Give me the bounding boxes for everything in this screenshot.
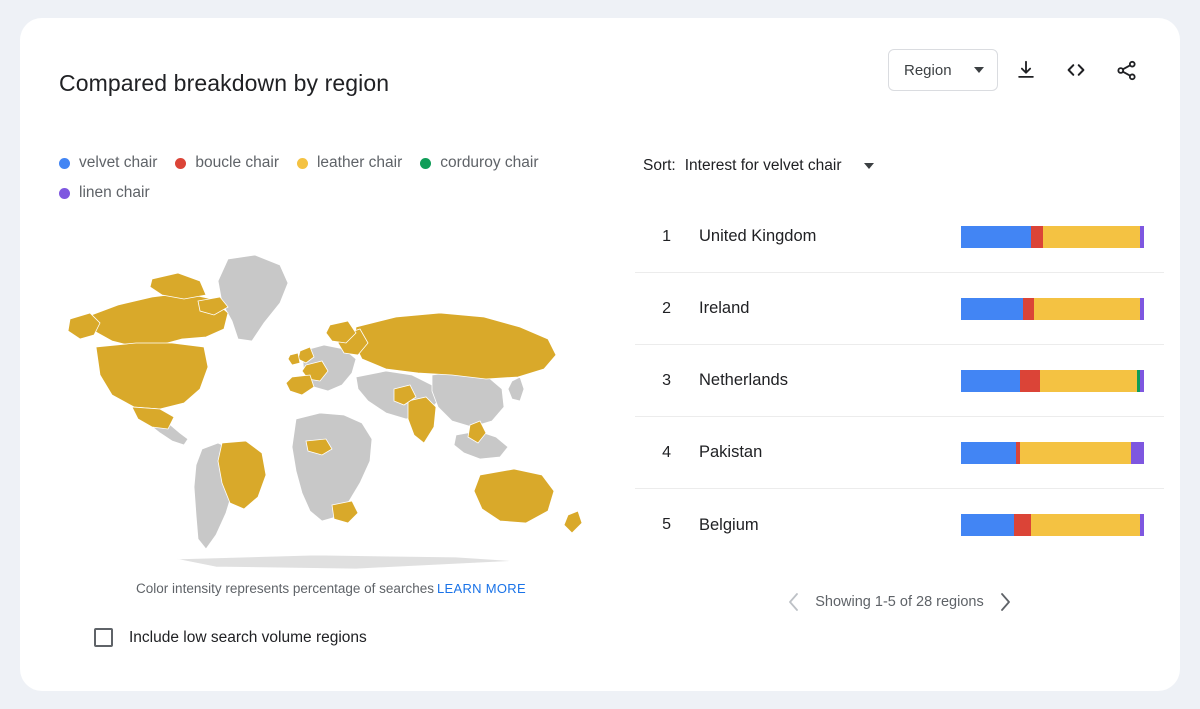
bar-segment-linen-chair bbox=[1131, 442, 1144, 464]
include-low-volume-row[interactable]: Include low search volume regions bbox=[94, 628, 367, 647]
stacked-bar bbox=[961, 298, 1144, 320]
chevron-down-icon bbox=[864, 163, 874, 169]
region-list: 1 United Kingdom 2 Ireland 3 Netherlands… bbox=[635, 201, 1164, 561]
card-header: Compared breakdown by region Region bbox=[20, 18, 1180, 128]
bar-segment-leather-chair bbox=[1020, 442, 1132, 464]
previous-page-button[interactable] bbox=[788, 593, 799, 611]
map-footnote: Color intensity represents percentage of… bbox=[56, 581, 606, 596]
map-footnote-text: Color intensity represents percentage of… bbox=[136, 581, 434, 596]
row-rank: 4 bbox=[635, 444, 671, 462]
page-title: Compared breakdown by region bbox=[59, 70, 389, 97]
stacked-bar bbox=[961, 514, 1144, 536]
bar-segment-velvet-chair bbox=[961, 370, 1020, 392]
share-button[interactable] bbox=[1104, 48, 1148, 92]
chevron-down-icon bbox=[974, 67, 984, 73]
sort-label: Sort: bbox=[643, 157, 676, 175]
embed-code-button[interactable] bbox=[1054, 48, 1098, 92]
sort-value: Interest for velvet chair bbox=[685, 157, 842, 175]
embed-code-icon bbox=[1064, 58, 1088, 82]
legend-color-swatch bbox=[420, 158, 431, 169]
legend-item-leather-chair[interactable]: leather chair bbox=[297, 150, 402, 176]
table-row[interactable]: 2 Ireland bbox=[635, 273, 1164, 345]
row-rank: 2 bbox=[635, 300, 671, 318]
region-select-dropdown[interactable]: Region bbox=[888, 49, 998, 91]
legend-item-boucle-chair[interactable]: boucle chair bbox=[175, 150, 279, 176]
row-rank: 5 bbox=[635, 516, 671, 534]
sort-control[interactable]: Sort: Interest for velvet chair bbox=[643, 157, 874, 175]
stacked-bar bbox=[961, 226, 1144, 248]
legend-item-label: boucle chair bbox=[195, 154, 279, 172]
bar-segment-leather-chair bbox=[1040, 370, 1137, 392]
region-breakdown-card: Compared breakdown by region Region bbox=[20, 18, 1180, 691]
legend-item-label: leather chair bbox=[317, 154, 402, 172]
bar-segment-linen-chair bbox=[1140, 370, 1144, 392]
table-row[interactable]: 5 Belgium bbox=[635, 489, 1164, 561]
legend-color-swatch bbox=[175, 158, 186, 169]
bar-segment-leather-chair bbox=[1043, 226, 1140, 248]
bar-segment-linen-chair bbox=[1140, 514, 1144, 536]
chevron-left-icon bbox=[788, 593, 799, 611]
region-ranking-panel: Sort: Interest for velvet chair 1 United… bbox=[615, 143, 1164, 691]
download-button[interactable] bbox=[1004, 48, 1048, 92]
table-row[interactable]: 1 United Kingdom bbox=[635, 201, 1164, 273]
region-select-label: Region bbox=[904, 62, 952, 79]
bar-segment-leather-chair bbox=[1034, 298, 1140, 320]
bar-segment-leather-chair bbox=[1031, 514, 1141, 536]
learn-more-link[interactable]: LEARN MORE bbox=[437, 581, 526, 596]
bar-segment-velvet-chair bbox=[961, 298, 1023, 320]
legend-item-label: corduroy chair bbox=[440, 154, 538, 172]
include-low-volume-label: Include low search volume regions bbox=[129, 629, 367, 647]
table-row[interactable]: 4 Pakistan bbox=[635, 417, 1164, 489]
page-background: Compared breakdown by region Region bbox=[0, 0, 1200, 709]
pagination-status: Showing 1-5 of 28 regions bbox=[815, 594, 983, 610]
row-rank: 1 bbox=[635, 228, 671, 246]
bar-segment-boucle-chair bbox=[1023, 298, 1034, 320]
legend-item-corduroy-chair[interactable]: corduroy chair bbox=[420, 150, 538, 176]
bar-segment-linen-chair bbox=[1140, 298, 1144, 320]
bar-segment-boucle-chair bbox=[1031, 226, 1044, 248]
bar-segment-boucle-chair bbox=[1020, 370, 1040, 392]
bar-segment-velvet-chair bbox=[961, 514, 1014, 536]
table-row[interactable]: 3 Netherlands bbox=[635, 345, 1164, 417]
legend-item-label: velvet chair bbox=[79, 154, 157, 172]
share-icon bbox=[1115, 59, 1138, 82]
bar-segment-boucle-chair bbox=[1014, 514, 1030, 536]
bar-segment-linen-chair bbox=[1140, 226, 1144, 248]
header-toolbar: Region bbox=[888, 48, 1148, 92]
legend-item-linen-chair[interactable]: linen chair bbox=[59, 180, 150, 206]
include-low-volume-checkbox[interactable] bbox=[94, 628, 113, 647]
bar-segment-velvet-chair bbox=[961, 226, 1031, 248]
next-page-button[interactable] bbox=[1000, 593, 1011, 611]
stacked-bar bbox=[961, 442, 1144, 464]
bar-segment-velvet-chair bbox=[961, 442, 1016, 464]
download-icon bbox=[1015, 59, 1037, 81]
legend-color-swatch bbox=[59, 188, 70, 199]
row-rank: 3 bbox=[635, 372, 671, 390]
legend-color-swatch bbox=[59, 158, 70, 169]
legend-item-label: linen chair bbox=[79, 184, 150, 202]
world-choropleth-map[interactable] bbox=[56, 243, 606, 573]
series-legend: velvet chair boucle chair leather chair … bbox=[59, 150, 579, 206]
legend-item-velvet-chair[interactable]: velvet chair bbox=[59, 150, 157, 176]
stacked-bar bbox=[961, 370, 1144, 392]
pagination: Showing 1-5 of 28 regions bbox=[635, 593, 1164, 611]
legend-color-swatch bbox=[297, 158, 308, 169]
chevron-right-icon bbox=[1000, 593, 1011, 611]
